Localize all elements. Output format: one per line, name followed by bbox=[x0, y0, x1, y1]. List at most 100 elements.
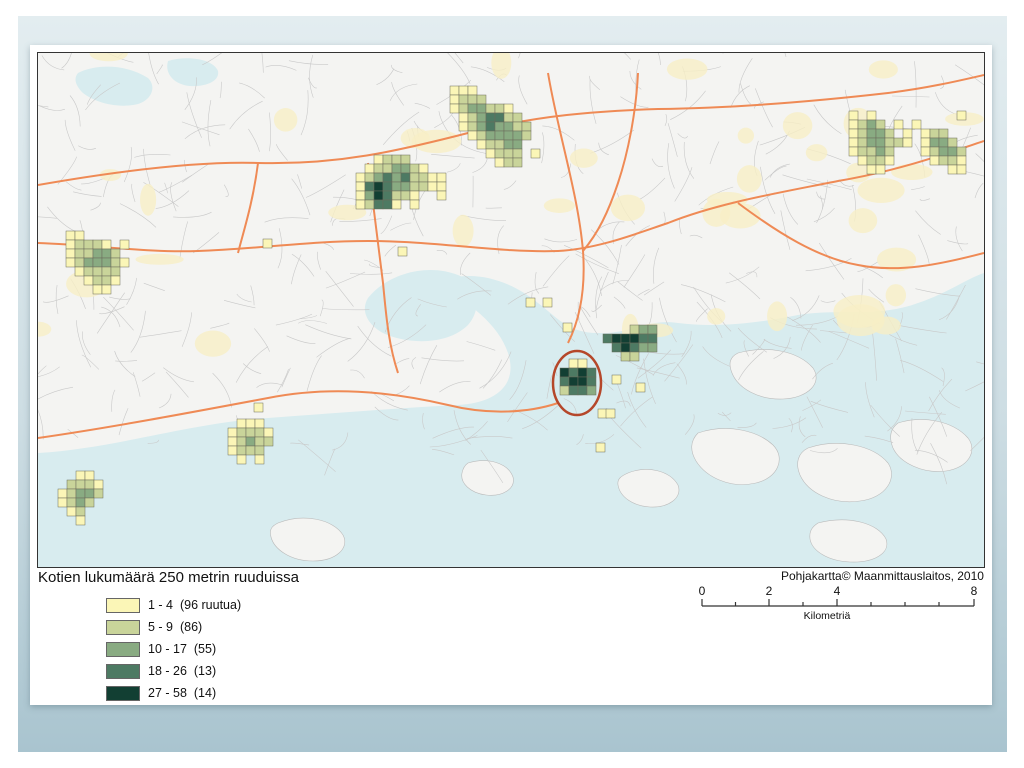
grid-cell bbox=[400, 154, 411, 165]
grid-cell bbox=[110, 266, 121, 277]
grid-cell bbox=[485, 112, 496, 123]
grid-cell bbox=[364, 199, 375, 210]
grid-cell bbox=[884, 137, 895, 148]
grid-cell bbox=[638, 342, 649, 353]
grid-cell bbox=[568, 367, 579, 378]
grid-cell bbox=[611, 342, 622, 353]
grid-cell bbox=[512, 148, 523, 159]
grid-cell bbox=[920, 137, 931, 148]
grid-cell bbox=[92, 275, 103, 286]
grid-cell bbox=[65, 230, 76, 241]
grid-cell bbox=[929, 137, 940, 148]
grid-cell bbox=[263, 427, 274, 438]
grid-cell bbox=[902, 137, 913, 148]
grid-cell bbox=[236, 454, 247, 465]
grid-cell bbox=[253, 402, 264, 413]
grid-cell bbox=[57, 488, 68, 499]
grid-cell bbox=[373, 163, 384, 174]
grid-cell bbox=[866, 146, 877, 157]
grid-cell bbox=[458, 112, 469, 123]
grid-cell bbox=[364, 181, 375, 192]
grid-cell bbox=[382, 199, 393, 210]
grid-cell bbox=[512, 112, 523, 123]
legend-label: 10 - 17 (55) bbox=[148, 642, 217, 656]
grid-cell bbox=[638, 333, 649, 344]
grid-cell bbox=[245, 436, 256, 447]
grid-cell bbox=[101, 239, 112, 250]
grid-cell bbox=[542, 297, 553, 308]
grid-cell bbox=[875, 155, 886, 166]
grid-cell bbox=[893, 137, 904, 148]
grid-cell bbox=[75, 506, 86, 517]
grid-cell bbox=[503, 112, 514, 123]
grid-cell bbox=[956, 146, 967, 157]
grid-cell bbox=[66, 488, 77, 499]
grid-cell bbox=[638, 324, 649, 335]
grid-cell bbox=[467, 94, 478, 105]
grid-cell bbox=[382, 190, 393, 201]
grid-cell bbox=[494, 130, 505, 141]
grid-cell bbox=[476, 112, 487, 123]
grid-cell bbox=[521, 130, 532, 141]
grid-cell bbox=[92, 239, 103, 250]
grid-cell bbox=[857, 119, 868, 130]
grid-cell bbox=[397, 246, 408, 257]
grid-cell bbox=[494, 121, 505, 132]
grid-cell bbox=[391, 172, 402, 183]
grid-cell bbox=[512, 139, 523, 150]
grid-cell bbox=[74, 257, 85, 268]
grid-cell bbox=[577, 385, 588, 396]
grid-cell bbox=[409, 172, 420, 183]
grid-cell bbox=[254, 427, 265, 438]
grid-cell bbox=[409, 190, 420, 201]
grid-cell bbox=[65, 248, 76, 259]
grid-cell bbox=[503, 121, 514, 132]
grid-cell bbox=[503, 139, 514, 150]
grid-cell bbox=[620, 333, 631, 344]
grid-cell bbox=[227, 436, 238, 447]
grid-cell bbox=[101, 248, 112, 259]
grid-cell bbox=[92, 284, 103, 295]
grid-cell bbox=[373, 172, 384, 183]
grid-cell bbox=[391, 199, 402, 210]
grid-cell bbox=[436, 190, 447, 201]
grid-cell bbox=[418, 181, 429, 192]
grid-cell bbox=[400, 181, 411, 192]
grid-cell bbox=[409, 199, 420, 210]
scale-unit: Kilometriä bbox=[803, 610, 851, 622]
grid-cell bbox=[364, 190, 375, 201]
legend-label: 5 - 9 (86) bbox=[148, 620, 203, 634]
grid-cell bbox=[254, 454, 265, 465]
grid-cell bbox=[74, 266, 85, 277]
grid-cell bbox=[938, 155, 949, 166]
grid-cell bbox=[629, 333, 640, 344]
grid-cell bbox=[101, 257, 112, 268]
grid-cell bbox=[227, 445, 238, 456]
grid-cell bbox=[227, 427, 238, 438]
map-frame bbox=[37, 52, 985, 568]
grid-cell bbox=[418, 163, 429, 174]
grid-cell bbox=[382, 163, 393, 174]
grid-cell bbox=[512, 130, 523, 141]
grid-cell bbox=[83, 275, 94, 286]
grid-cell bbox=[857, 128, 868, 139]
grid-cell bbox=[400, 163, 411, 174]
grid-cell bbox=[391, 154, 402, 165]
grid-cell bbox=[263, 436, 274, 447]
grid-cell bbox=[586, 367, 597, 378]
grid-cell bbox=[84, 488, 95, 499]
grid-cell bbox=[647, 342, 658, 353]
grid-cell bbox=[65, 257, 76, 268]
grid-cell bbox=[485, 148, 496, 159]
grid-cell bbox=[236, 436, 247, 447]
scale-bar: 0 2 4 8 Kilometriä bbox=[690, 584, 990, 624]
grid-cell bbox=[494, 103, 505, 114]
grid-cell bbox=[409, 163, 420, 174]
grid-cell bbox=[611, 374, 622, 385]
grid-cell bbox=[458, 94, 469, 105]
grid-cell bbox=[436, 172, 447, 183]
grid-cell bbox=[875, 164, 886, 175]
grid-cell bbox=[929, 155, 940, 166]
grid-cell bbox=[920, 128, 931, 139]
grid-cell bbox=[947, 146, 958, 157]
